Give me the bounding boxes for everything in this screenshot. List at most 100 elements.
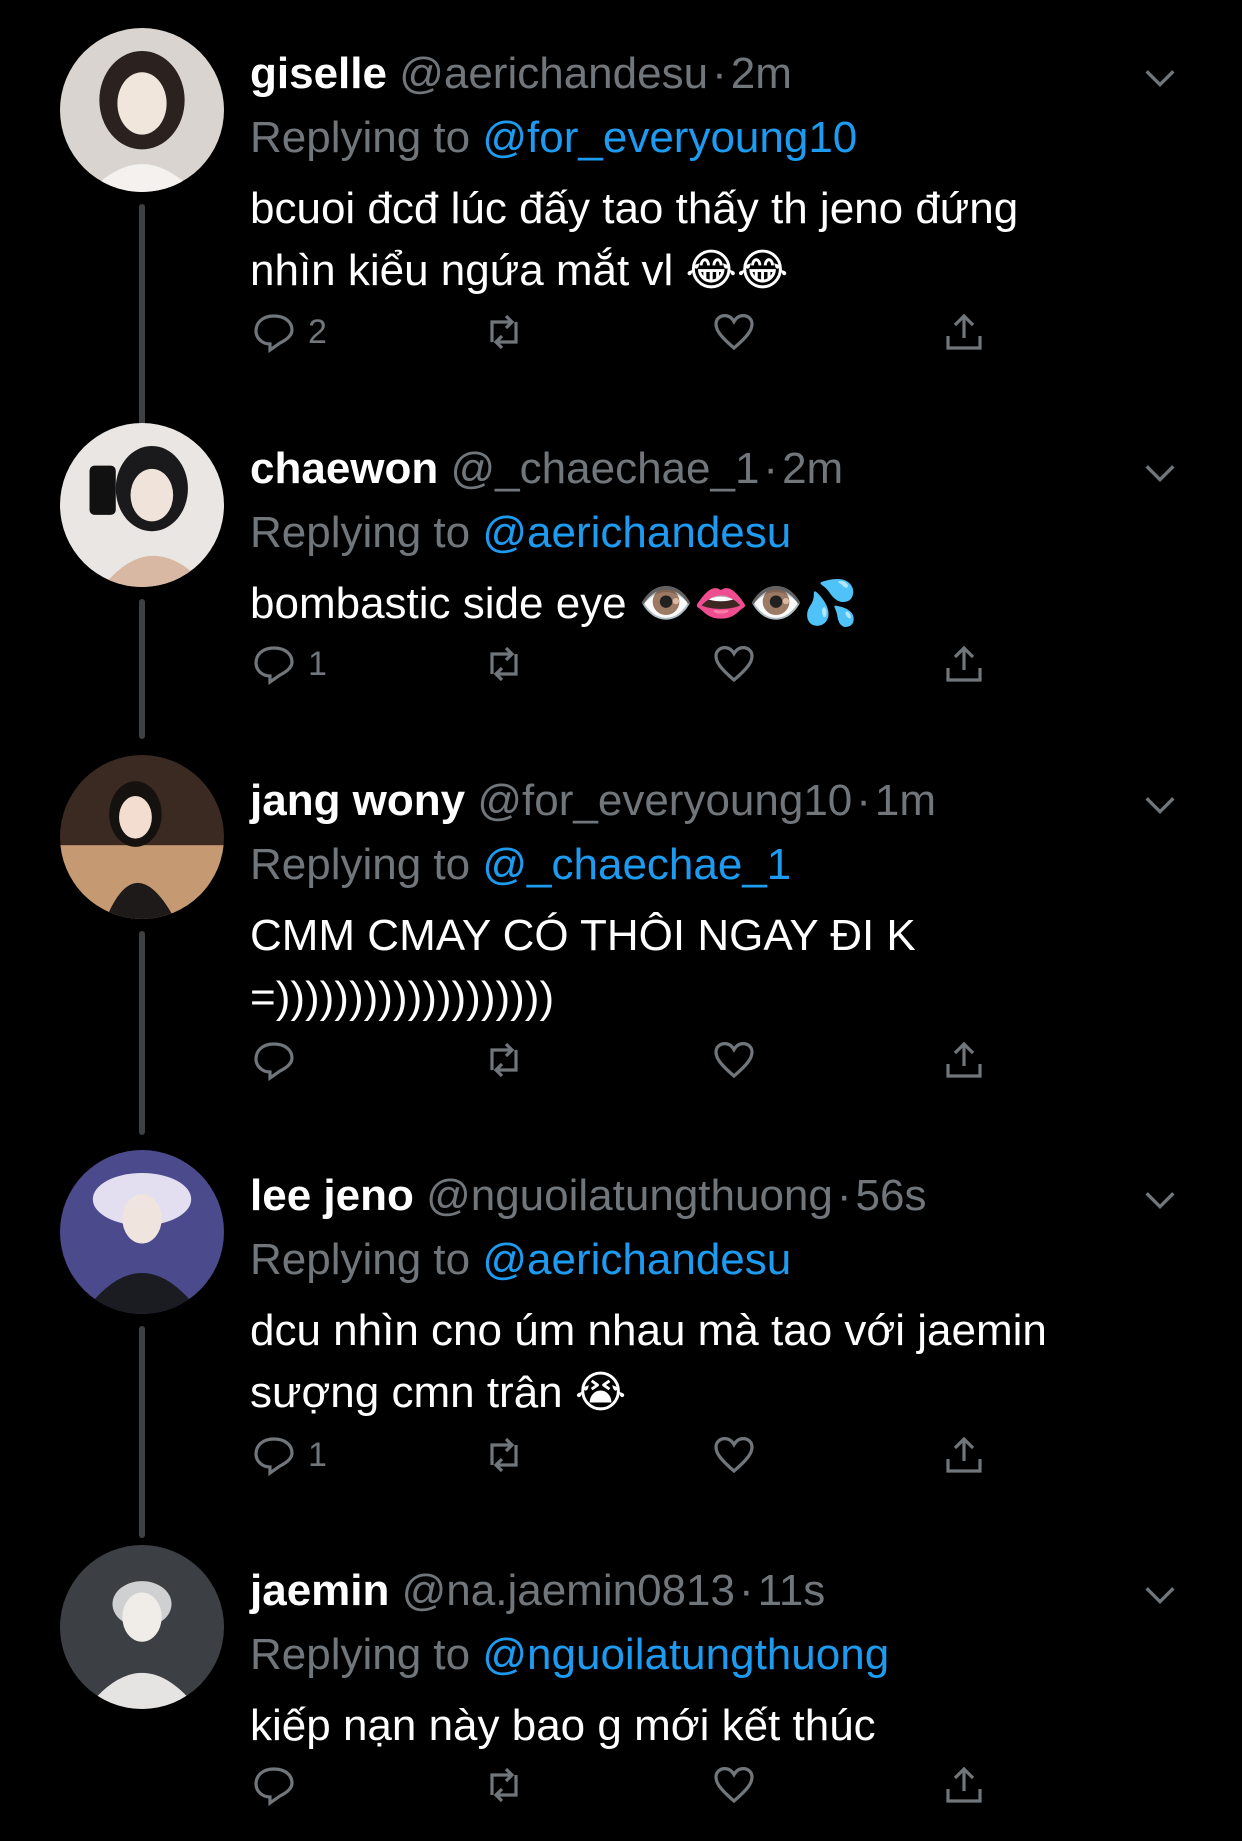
retweet-icon (490, 1437, 518, 1473)
thread-line (139, 931, 145, 1135)
timestamp[interactable]: 1m (875, 776, 936, 825)
replying-to-label: Replying to (250, 840, 471, 889)
share-button[interactable] (940, 302, 988, 362)
reply-icon (254, 1767, 294, 1807)
retweet-button[interactable] (480, 1755, 528, 1815)
reply-icon (254, 646, 294, 686)
mention-link[interactable]: @for_everyoung10 (482, 113, 857, 162)
thread-line (139, 599, 145, 739)
replying-to-label: Replying to (250, 113, 471, 162)
timestamp[interactable]: 11s (758, 1566, 826, 1615)
share-icon (946, 645, 982, 682)
tweet-header: lee jeno @nguoilatungthuong·56s (250, 1168, 926, 1224)
chevron-down-icon[interactable] (1140, 58, 1180, 98)
reply-count: 1 (308, 644, 327, 683)
separator: · (836, 1171, 852, 1220)
avatar-image (60, 1150, 224, 1314)
display-name[interactable]: giselle (250, 49, 387, 98)
action-bar (250, 1030, 1010, 1090)
like-button[interactable] (710, 634, 758, 694)
reply-icon (254, 314, 294, 354)
user-handle[interactable]: @na.jaemin0813 (402, 1566, 735, 1615)
separator: · (763, 444, 779, 493)
mention-link[interactable]: @_chaechae_1 (482, 840, 791, 889)
replying-to: Replying to @_chaechae_1 (250, 837, 791, 893)
separator: · (856, 776, 871, 825)
replying-to: Replying to @aerichandesu (250, 1232, 791, 1288)
share-button[interactable] (940, 1755, 988, 1815)
chevron-down-icon[interactable] (1140, 1575, 1180, 1615)
retweet-icon (490, 314, 518, 350)
reply-button[interactable] (250, 1755, 308, 1815)
avatar[interactable] (60, 1545, 224, 1709)
user-handle[interactable]: @nguoilatungthuong (426, 1171, 833, 1220)
avatar-image (60, 28, 224, 192)
avatar[interactable] (60, 423, 224, 587)
mention-link[interactable]: @aerichandesu (482, 508, 791, 557)
share-icon (946, 1436, 982, 1473)
user-handle[interactable]: @aerichandesu (399, 49, 708, 98)
like-button[interactable] (710, 1755, 758, 1815)
display-name[interactable]: jaemin (250, 1566, 389, 1615)
heart-icon (714, 313, 754, 351)
replying-to-label: Replying to (250, 1235, 471, 1284)
chevron-down-icon[interactable] (1140, 1180, 1180, 1220)
mention-link[interactable]: @aerichandesu (482, 1235, 791, 1284)
chevron-down-icon[interactable] (1140, 785, 1180, 825)
user-handle[interactable]: @for_everyoung10 (477, 776, 852, 825)
avatar-image (60, 423, 224, 587)
share-button[interactable] (940, 634, 988, 694)
user-handle[interactable]: @_chaechae_1 (451, 444, 760, 493)
display-name[interactable]: lee jeno (250, 1171, 414, 1220)
reply-button[interactable] (250, 1030, 308, 1090)
share-icon (946, 1041, 982, 1078)
timestamp[interactable]: 2m (782, 444, 843, 493)
share-button[interactable] (940, 1030, 988, 1090)
reply-button[interactable]: 2 (250, 302, 327, 362)
heart-icon (714, 645, 754, 683)
action-bar: 2 (250, 302, 1010, 362)
mention-link[interactable]: @nguoilatungthuong (482, 1630, 889, 1679)
display-name[interactable]: jang wony (250, 776, 465, 825)
heart-icon (714, 1041, 754, 1079)
reply-button[interactable]: 1 (250, 634, 327, 694)
share-button[interactable] (940, 1425, 988, 1485)
avatar[interactable] (60, 1150, 224, 1314)
retweet-button[interactable] (480, 1030, 528, 1090)
reply-button[interactable]: 1 (250, 1425, 327, 1485)
separator: · (712, 49, 727, 98)
reply-icon (254, 1437, 294, 1477)
thread-line (139, 1326, 145, 1538)
retweet-button[interactable] (480, 634, 528, 694)
tweet-text: bombastic side eye 👁️👄👁️💦 (250, 579, 859, 628)
avatar-image (60, 755, 224, 919)
avatar-image (60, 1545, 224, 1709)
heart-icon (714, 1766, 754, 1804)
reply-thread: giselle @aerichandesu·2m Replying to @fo… (0, 0, 1242, 1841)
tweet-header: giselle @aerichandesu·2m (250, 46, 792, 102)
share-icon (946, 313, 982, 350)
tweet-text: dcu nhìn cno úm nhau mà tao với jaemin s… (250, 1306, 1047, 1417)
action-bar: 1 (250, 1425, 1010, 1485)
reply-count: 1 (308, 1435, 327, 1474)
retweet-icon (490, 646, 518, 682)
like-button[interactable] (710, 1030, 758, 1090)
retweet-button[interactable] (480, 1425, 528, 1485)
avatar[interactable] (60, 28, 224, 192)
timestamp[interactable]: 2m (731, 49, 792, 98)
avatar[interactable] (60, 755, 224, 919)
like-button[interactable] (710, 1425, 758, 1485)
replying-to-label: Replying to (250, 1630, 471, 1679)
retweet-button[interactable] (480, 302, 528, 362)
separator: · (738, 1566, 754, 1615)
retweet-icon (490, 1042, 518, 1078)
replying-to: Replying to @aerichandesu (250, 505, 791, 561)
tweet-text: CMM CMAY CÓ THÔI NGAY ĐI K =))))))))))))… (250, 911, 916, 1022)
chevron-down-icon[interactable] (1140, 453, 1180, 493)
display-name[interactable]: chaewon (250, 444, 438, 493)
timestamp[interactable]: 56s (856, 1171, 927, 1220)
like-button[interactable] (710, 302, 758, 362)
tweet-text: bcuoi đcđ lúc đấy tao thấy th jeno đứng … (250, 184, 1019, 295)
share-icon (946, 1766, 982, 1803)
action-bar: 1 (250, 634, 1010, 694)
